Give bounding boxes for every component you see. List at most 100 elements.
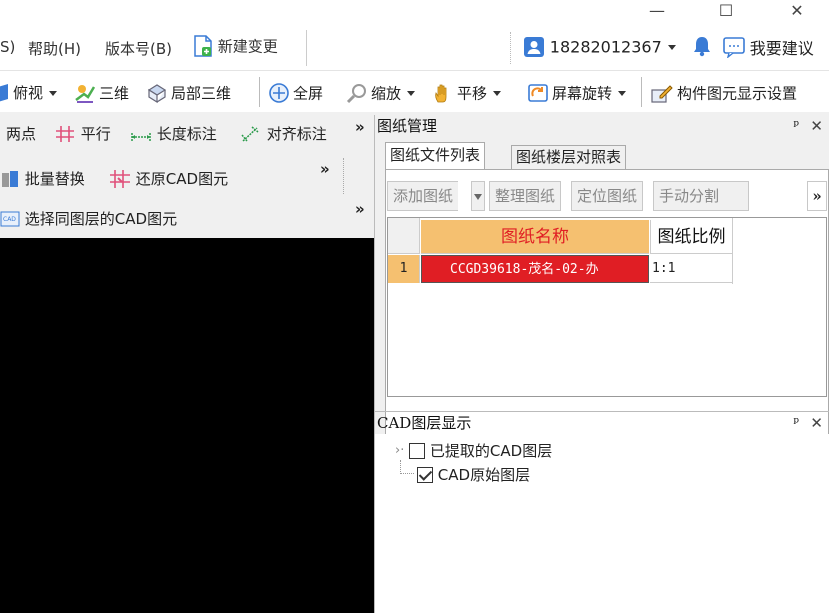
dropdown-arrow-icon xyxy=(667,45,676,50)
add-drawing-dropdown[interactable] xyxy=(471,181,485,211)
more-chevron-icon[interactable]: » xyxy=(355,200,365,218)
organize-drawings-button[interactable]: 整理图纸 xyxy=(489,181,562,211)
divider xyxy=(259,77,260,107)
dimension-tools-row: 两点 平行 长度标注 对齐标注 » xyxy=(0,112,374,152)
tab-drawing-file-list[interactable]: 图纸文件列表 xyxy=(385,142,486,169)
pin-icon[interactable]: ᵖ xyxy=(793,412,799,434)
view-toolbar: 俯视 三维 局部三维 全屏 缩放 平移 屏幕旋转 构件图元显示设置 xyxy=(0,70,829,112)
column-header-scale[interactable]: 图纸比例 xyxy=(650,220,732,254)
divider xyxy=(343,158,344,194)
restore-cad-button[interactable]: 还原CAD图元 xyxy=(109,168,228,189)
dropdown-arrow-icon xyxy=(406,91,415,96)
suggest-button[interactable]: 我要建议 xyxy=(723,35,814,59)
rotate-icon xyxy=(528,84,548,102)
minimize-button[interactable]: — xyxy=(634,0,680,26)
zoom-extents-icon xyxy=(269,83,289,103)
row-index: 1 xyxy=(388,255,420,283)
phone-number: 18282012367 xyxy=(549,37,662,57)
tree-line xyxy=(400,460,401,474)
bell-icon[interactable] xyxy=(692,35,712,57)
add-drawing-button[interactable]: 添加图纸 xyxy=(387,181,459,211)
rotate-screen-button[interactable]: 屏幕旋转 xyxy=(527,82,630,104)
batch-replace-button[interactable]: 批量替换 xyxy=(0,168,85,189)
align-dimension-label: 对齐标注 xyxy=(266,125,327,143)
expand-chevron-icon[interactable]: ›· xyxy=(395,443,404,458)
manual-split-button[interactable]: 手动分割 xyxy=(653,181,749,211)
user-account-button[interactable]: 18282012367 xyxy=(523,36,677,58)
divider xyxy=(641,77,642,107)
settings-pen-icon xyxy=(651,85,673,103)
drawing-panel-titlebar: 图纸管理 ᵖ ✕ xyxy=(375,115,829,137)
drawing-canvas[interactable] xyxy=(0,238,374,613)
pin-icon[interactable]: ᵖ xyxy=(793,115,799,137)
menu-help[interactable]: 帮助(H) xyxy=(28,38,81,59)
two-points-button[interactable]: 两点 xyxy=(6,123,36,144)
layer-tree: ›· 已提取的CAD图层 CAD原始图层 xyxy=(375,434,829,613)
new-change-button[interactable]: 新建变更 xyxy=(193,35,278,57)
more-chevron-icon[interactable]: » xyxy=(320,160,330,178)
cad-tools-panel: 两点 平行 长度标注 对齐标注 » 批量替换 还原CAD图元 » CAD 选择同… xyxy=(0,112,374,238)
tree-item-label: CAD原始图层 xyxy=(437,466,531,484)
tree-item-original-layers[interactable]: CAD原始图层 xyxy=(417,464,530,485)
suggest-label: 我要建议 xyxy=(749,39,814,58)
cube-icon xyxy=(0,83,8,101)
replace-tools-row: 批量替换 还原CAD图元 » xyxy=(0,158,374,198)
select-same-layer-label: 选择同图层的CAD图元 xyxy=(24,210,178,228)
title-bar: — ☐ ✕ xyxy=(0,0,829,26)
drawing-panel-title: 图纸管理 xyxy=(377,117,438,135)
restore-cad-label: 还原CAD图元 xyxy=(135,170,229,188)
batch-replace-label: 批量替换 xyxy=(24,170,85,188)
cad-layer-icon: CAD xyxy=(0,211,20,226)
zoom-icon xyxy=(346,84,366,104)
close-icon[interactable]: ✕ xyxy=(810,412,823,434)
layer-panel-title: CAD图层显示 xyxy=(377,414,472,432)
drawing-name-cell[interactable]: CCGD39618-茂名-02-办 xyxy=(421,255,649,283)
tab-drawing-floor-map[interactable]: 图纸楼层对照表 xyxy=(511,145,627,169)
full-screen-button[interactable]: 全屏 xyxy=(268,82,323,104)
full-screen-label: 全屏 xyxy=(293,84,324,103)
layer-select-row: CAD 选择同图层的CAD图元 » xyxy=(0,198,374,238)
two-points-label: 两点 xyxy=(6,125,37,143)
component-display-settings-button[interactable]: 构件图元显示设置 xyxy=(650,82,797,104)
length-dimension-label: 长度标注 xyxy=(156,125,217,143)
align-dimension-icon xyxy=(241,125,259,142)
menu-partial[interactable]: S) xyxy=(0,38,15,56)
align-dimension-button[interactable]: 对齐标注 xyxy=(240,123,327,144)
parallel-label: 平行 xyxy=(80,125,111,143)
locate-drawing-button[interactable]: 定位图纸 xyxy=(571,181,644,211)
length-dimension-button[interactable]: 长度标注 xyxy=(130,123,217,144)
divider xyxy=(306,30,307,66)
drawing-management-panel: 图纸管理 ᵖ ✕ 图纸文件列表 图纸楼层对照表 添加图纸 整理图纸 定位图纸 手… xyxy=(374,115,829,613)
component-display-label: 构件图元显示设置 xyxy=(677,84,798,103)
select-same-layer-button[interactable]: CAD 选择同图层的CAD图元 xyxy=(0,208,177,229)
tree-item-extracted-layers[interactable]: ›· 已提取的CAD图层 xyxy=(395,440,552,461)
pan-button[interactable]: 平移 xyxy=(432,82,505,104)
checkbox-original-layers[interactable] xyxy=(417,466,433,483)
dropdown-arrow-icon xyxy=(617,91,626,96)
dropdown-arrow-icon xyxy=(474,194,482,200)
maximize-button[interactable]: ☐ xyxy=(703,0,749,26)
local-3d-button[interactable]: 局部三维 xyxy=(146,82,231,104)
restore-cad-icon xyxy=(110,169,130,188)
parallel-button[interactable]: 平行 xyxy=(54,123,111,144)
top-view-button[interactable]: 俯视 xyxy=(0,82,61,103)
more-chevron-icon[interactable]: » xyxy=(807,181,827,211)
rotate-screen-label: 屏幕旋转 xyxy=(552,84,613,103)
tree-line xyxy=(400,473,414,474)
column-header-name[interactable]: 图纸名称 xyxy=(421,220,649,254)
dropdown-arrow-icon xyxy=(492,91,501,96)
layer-panel-titlebar: CAD图层显示 ᵖ ✕ xyxy=(375,411,829,433)
checkbox-extracted-layers[interactable] xyxy=(409,442,426,459)
three-d-button[interactable]: 三维 xyxy=(74,82,129,104)
zoom-label: 缩放 xyxy=(371,84,402,103)
table-corner xyxy=(388,218,420,254)
zoom-button[interactable]: 缩放 xyxy=(346,82,419,104)
more-chevron-icon[interactable]: » xyxy=(355,118,365,136)
close-icon[interactable]: ✕ xyxy=(810,115,823,137)
menu-version[interactable]: 版本号(B) xyxy=(105,38,172,59)
parallel-icon xyxy=(56,125,74,142)
close-button[interactable]: ✕ xyxy=(774,0,820,26)
three-d-label: 三维 xyxy=(99,84,130,103)
drawing-scale-cell[interactable]: 1:1 xyxy=(650,255,732,283)
pan-label: 平移 xyxy=(457,84,488,103)
